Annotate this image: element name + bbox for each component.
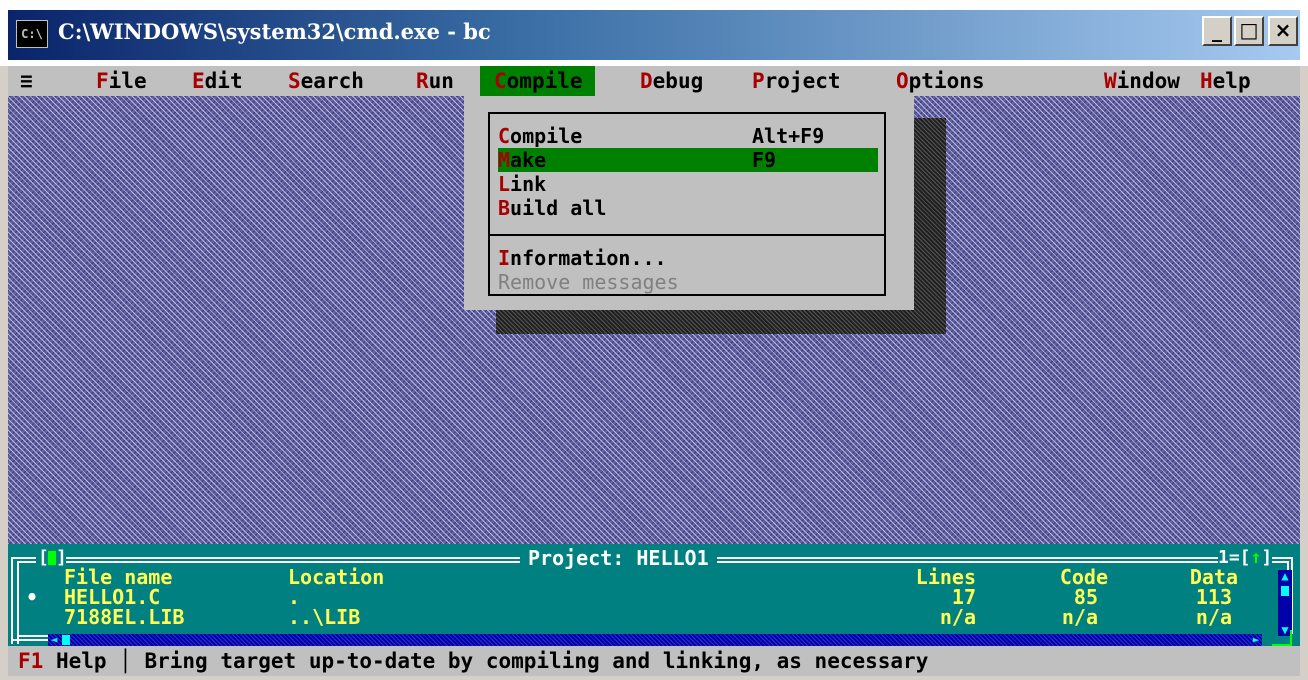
menuitem-label: ompile — [510, 124, 583, 148]
status-bar: F1 Help │ Bring target up-to-date by com… — [8, 646, 1300, 676]
menu-hotkey: M — [498, 148, 511, 172]
menuitem-compile[interactable]: Compile Alt+F9 — [498, 124, 878, 148]
menuitem-make[interactable]: Make F9 — [498, 148, 878, 172]
status-key-label[interactable]: Help — [56, 649, 107, 673]
menu-project[interactable]: Project — [752, 66, 841, 96]
menu-hotkey: E — [192, 69, 205, 93]
menu-label: indow — [1116, 69, 1180, 93]
hscroll-thumb[interactable] — [62, 635, 70, 645]
cell-code: n/a — [1061, 605, 1098, 629]
dropdown-frame: Compile Alt+F9 Make F9 Link Build all Info… — [488, 112, 886, 296]
menuitem-label: ake — [510, 148, 547, 172]
menuitem-label: nformation... — [510, 246, 667, 270]
menu-label: un — [428, 69, 454, 93]
status-key[interactable]: F1 — [18, 649, 43, 673]
menu-hotkey: L — [498, 172, 511, 196]
cell-lines: n/a — [939, 605, 976, 629]
menuitem-link[interactable]: Link — [498, 172, 878, 196]
menu-label: roject — [764, 69, 841, 93]
menuitem-label: uild all — [510, 196, 607, 220]
menu-label: dit — [204, 69, 243, 93]
menu-label: ompile — [506, 69, 583, 93]
zoom-arrow-icon[interactable]: ↑ — [1251, 547, 1262, 568]
console-app-icon[interactable]: C:\ — [16, 20, 48, 48]
cell-file-name: 7188EL.LIB — [64, 605, 185, 629]
menu-hotkey: C — [494, 69, 507, 93]
scroll-up-arrow-icon[interactable]: ▲ — [1278, 570, 1292, 582]
menuitem-remove-messages: Remove messages — [498, 270, 679, 294]
console-window: C:\ C:\WINDOWS\system32\cmd.exe - bc _ □… — [0, 0, 1308, 680]
menu-separator — [490, 234, 884, 236]
column-header-location[interactable]: Location — [288, 566, 384, 588]
menu-label: ile — [108, 69, 147, 93]
resize-corner-icon[interactable] — [1272, 630, 1292, 646]
menu-label: ptions — [908, 69, 985, 93]
menu-hotkey: S — [288, 69, 301, 93]
menu-file[interactable]: File — [96, 66, 147, 96]
close-box-icon — [48, 551, 56, 565]
menu-hotkey: C — [498, 124, 511, 148]
dos-screen: ≡ File Edit Search Run Compile Debug Pro… — [8, 66, 1300, 676]
menu-label: elp — [1212, 69, 1251, 93]
compile-dropdown-menu: Compile Alt+F9 Make F9 Link Build all Info… — [464, 96, 914, 310]
menu-label: earch — [300, 69, 364, 93]
menu-edit[interactable]: Edit — [192, 66, 243, 96]
cell-data: n/a — [1195, 605, 1232, 629]
minimize-button[interactable]: _ — [1202, 16, 1232, 46]
menu-search[interactable]: Search — [288, 66, 364, 96]
project-window-title: Project: HELLO1 — [520, 546, 717, 570]
menuitem-information[interactable]: Information... — [498, 246, 878, 270]
status-message: Bring target up-to-date by compiling and… — [144, 649, 929, 673]
project-window[interactable]: [ ] Project: HELLO1 1=[↑] File name Loca… — [8, 544, 1300, 646]
menuitem-shortcut: F9 — [752, 148, 777, 172]
close-box[interactable]: [ ] — [36, 548, 67, 568]
menu-compile[interactable]: Compile — [480, 66, 595, 96]
window-title: C:\WINDOWS\system32\cmd.exe - bc — [58, 19, 491, 44]
menu-hotkey: I — [498, 246, 511, 270]
menu-window[interactable]: Window — [1104, 66, 1180, 96]
menu-hotkey: R — [416, 69, 429, 93]
menu-hotkey: O — [896, 69, 909, 93]
title-bar[interactable]: C:\ C:\WINDOWS\system32\cmd.exe - bc _ □… — [0, 0, 1308, 66]
menu-hotkey: P — [752, 69, 765, 93]
maximize-button[interactable]: □ — [1234, 16, 1264, 46]
cell-location: ..\LIB — [288, 605, 361, 629]
horizontal-scrollbar[interactable]: ◄ ► — [48, 634, 1262, 646]
menuitem-label: ink — [510, 172, 547, 196]
menu-hotkey: F — [96, 69, 109, 93]
menu-hotkey: H — [1200, 69, 1213, 93]
close-button[interactable]: × — [1268, 16, 1298, 46]
vertical-scrollbar[interactable]: ▲ ▼ — [1278, 570, 1292, 636]
menu-label: ebug — [652, 69, 704, 93]
menu-hotkey: W — [1104, 69, 1117, 93]
menu-debug[interactable]: Debug — [640, 66, 703, 96]
menuitem-build-all[interactable]: Build all — [498, 196, 878, 220]
scroll-right-arrow-icon[interactable]: ► — [1250, 634, 1262, 646]
menu-help[interactable]: Help — [1200, 66, 1251, 96]
menuitem-shortcut: Alt+F9 — [752, 124, 825, 148]
menu-options[interactable]: Options — [896, 66, 985, 96]
menu-hotkey: D — [640, 69, 653, 93]
menu-hotkey: B — [498, 196, 511, 220]
system-menu-icon[interactable]: ≡ — [20, 66, 33, 96]
current-row-marker: • — [26, 585, 39, 609]
menu-bar: ≡ File Edit Search Run Compile Debug Pro… — [8, 66, 1300, 96]
scroll-thumb[interactable] — [1281, 586, 1289, 596]
menu-run[interactable]: Run — [416, 66, 454, 96]
scroll-left-arrow-icon[interactable]: ◄ — [48, 634, 60, 646]
